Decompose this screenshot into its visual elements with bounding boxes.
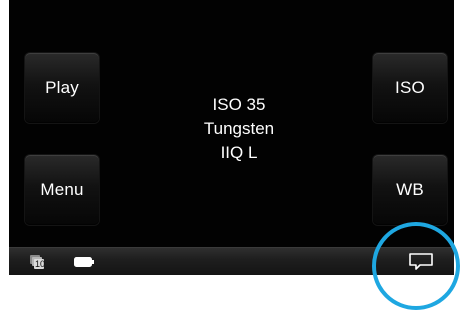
camera-screen: Play Menu ISO WB ISO 35 Tungsten IIQ L bbox=[9, 0, 454, 247]
iso-value: ISO 35 bbox=[212, 95, 266, 114]
wb-button[interactable]: WB bbox=[373, 155, 447, 225]
battery-icon bbox=[74, 257, 94, 267]
wb-button-label: WB bbox=[396, 180, 424, 199]
chat-button[interactable] bbox=[404, 251, 438, 272]
iso-button-label: ISO bbox=[395, 78, 425, 97]
capture-settings-summary: ISO 35 Tungsten IIQ L bbox=[159, 93, 319, 165]
play-button[interactable]: Play bbox=[25, 53, 99, 123]
play-button-label: Play bbox=[45, 78, 79, 97]
menu-button[interactable]: Menu bbox=[25, 155, 99, 225]
status-bar: 10 bbox=[9, 247, 454, 275]
cards-count: 10 bbox=[35, 259, 46, 269]
image-quality-value: IIQ L bbox=[220, 143, 258, 162]
chat-icon bbox=[409, 253, 433, 270]
iso-button[interactable]: ISO bbox=[373, 53, 447, 123]
menu-button-label: Menu bbox=[40, 180, 84, 199]
white-balance-value: Tungsten bbox=[203, 119, 275, 138]
